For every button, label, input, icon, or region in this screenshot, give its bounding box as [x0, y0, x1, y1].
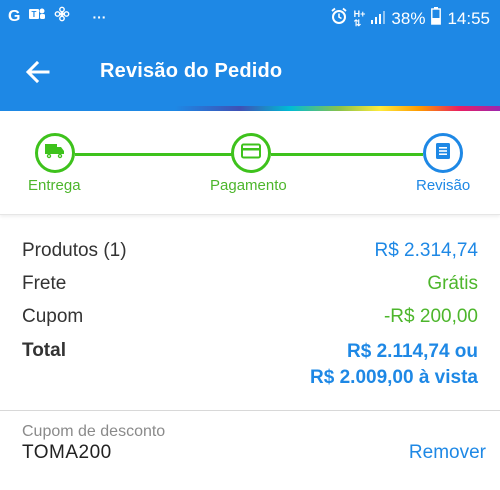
fan-icon — [54, 6, 70, 27]
coupon-row: Cupom -R$ 200,00 — [22, 306, 478, 336]
clock: 14:55 — [447, 8, 490, 28]
step-pagamento[interactable] — [231, 133, 271, 173]
total-row: Total R$ 2.114,74 ou R$ 2.009,00 à vista — [22, 340, 478, 392]
more-notifications-icon: ··· — [92, 8, 107, 25]
app-bar: Revisão do Pedido — [0, 36, 500, 106]
step-entrega[interactable] — [35, 133, 75, 173]
products-value: R$ 2.314,74 — [374, 240, 478, 261]
step-label-entrega: Entrega — [28, 177, 81, 194]
step-connector — [75, 153, 233, 156]
step-label-revisao: Revisão — [416, 177, 471, 194]
status-bar: G T ··· H+ ⇅ 38% 14:55 — [0, 0, 500, 36]
discount-coupon-code: TOMA200 — [22, 442, 112, 463]
page-title: Revisão do Pedido — [100, 60, 283, 82]
products-row: Produtos (1) R$ 2.314,74 — [22, 240, 478, 270]
shipping-label: Frete — [22, 273, 67, 294]
step-connector — [271, 153, 423, 156]
card-icon — [241, 143, 261, 164]
shipping-row: Frete Grátis — [22, 273, 478, 303]
checkout-stepper: Entrega Pagamento Revisão — [0, 111, 500, 215]
total-installment-value: R$ 2.114,74 ou — [347, 341, 478, 362]
battery-icon — [431, 7, 442, 30]
alarm-icon — [330, 7, 348, 30]
step-revisao[interactable] — [423, 133, 463, 173]
coupon-row-label: Cupom — [22, 306, 84, 327]
section-divider — [0, 410, 500, 411]
notification-icons: G T ··· — [8, 6, 106, 27]
discount-coupon-label: Cupom de desconto — [22, 423, 166, 440]
remove-coupon-button[interactable]: Remover — [409, 442, 486, 464]
list-icon — [434, 142, 452, 165]
network-type: H+ ⇅ — [353, 8, 366, 28]
google-icon: G — [8, 7, 21, 25]
svg-text:T: T — [32, 10, 37, 19]
system-icons: H+ ⇅ 38% 14:55 — [330, 7, 490, 30]
back-arrow-icon[interactable] — [22, 56, 54, 88]
step-label-pagamento: Pagamento — [210, 177, 287, 194]
total-label: Total — [22, 340, 66, 361]
truck-icon — [45, 143, 65, 164]
products-label: Produtos (1) — [22, 240, 127, 261]
total-cash-value: R$ 2.009,00 à vista — [310, 367, 478, 388]
teams-icon: T — [28, 6, 46, 27]
total-value: R$ 2.114,74 ou R$ 2.009,00 à vista — [310, 339, 478, 391]
coupon-discount-value: -R$ 200,00 — [383, 306, 478, 327]
battery-level: 38% — [391, 8, 426, 28]
signal-icon — [371, 9, 386, 29]
shipping-value: Grátis — [427, 273, 478, 294]
